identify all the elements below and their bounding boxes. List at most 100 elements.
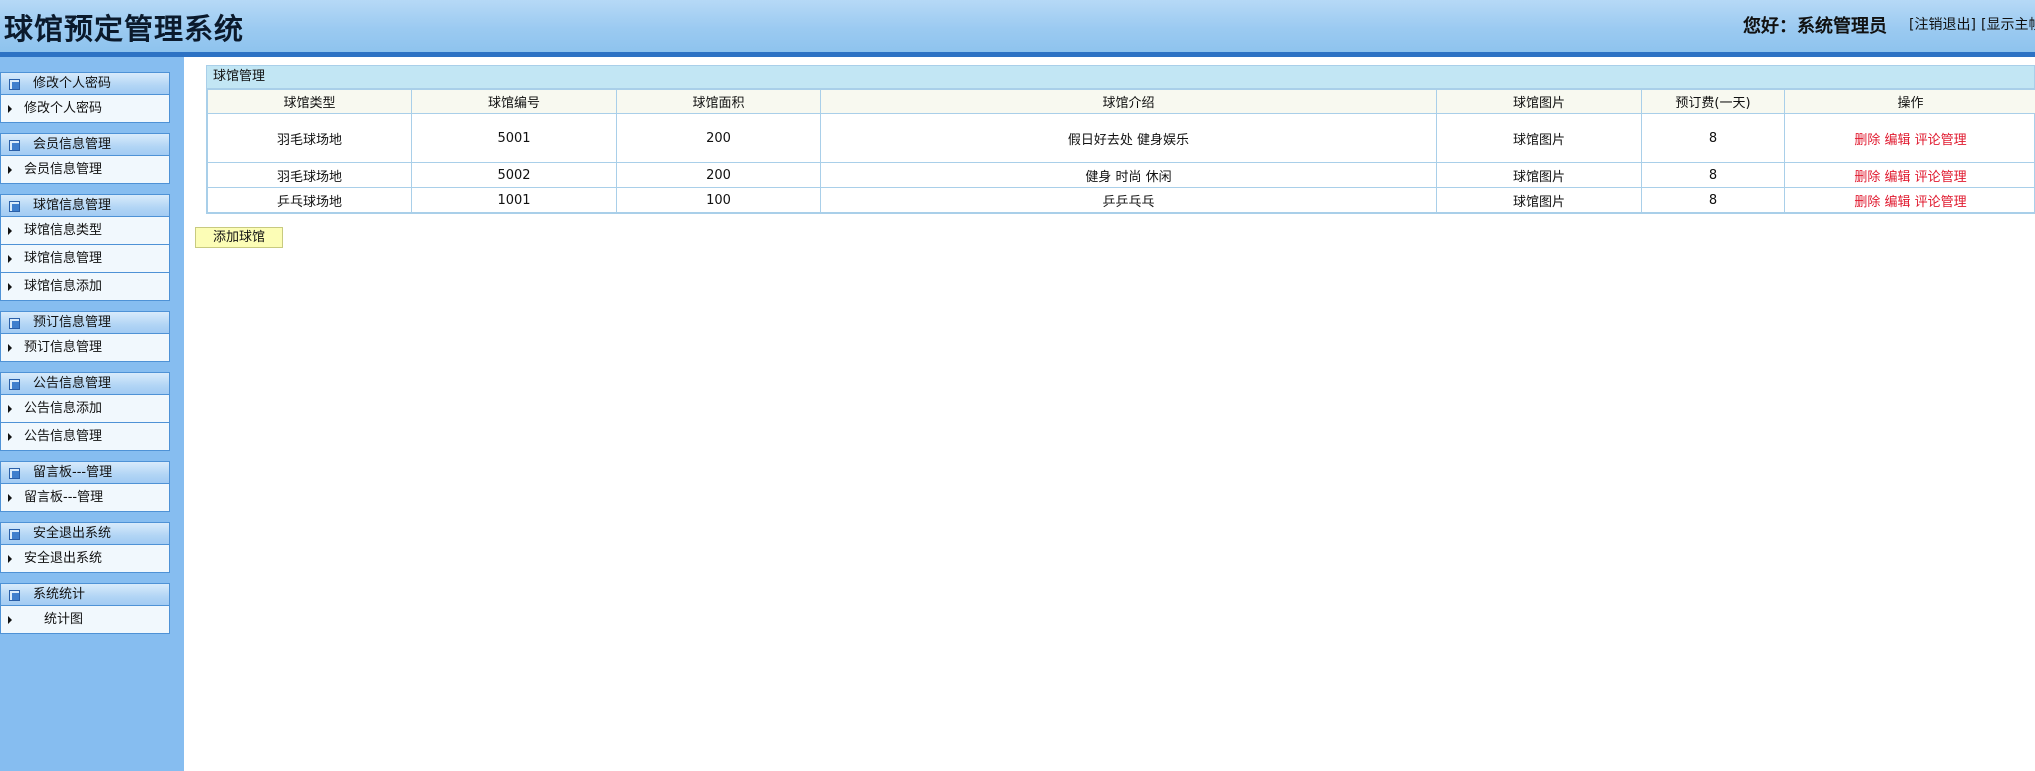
triangle-right-icon bbox=[8, 494, 12, 502]
sidebar-item-member-management[interactable]: 会员信息管理 bbox=[0, 156, 170, 184]
comment-management-link[interactable]: 评论管理 bbox=[1915, 133, 1967, 148]
nav-group-title: 留言板---管理 bbox=[33, 465, 113, 480]
nav-group-header[interactable]: 会员信息管理 bbox=[0, 133, 170, 156]
sidebar-item-booking-management[interactable]: 预订信息管理 bbox=[0, 334, 170, 362]
nav-group-header[interactable]: 球馆信息管理 bbox=[0, 194, 170, 217]
sidebar-item-label: 统计图 bbox=[44, 612, 84, 627]
sidebar-item-change-password[interactable]: 修改个人密码 bbox=[0, 95, 170, 123]
cell-actions: 删除 编辑 评论管理 bbox=[1784, 113, 2035, 163]
venue-management-panel: 球馆管理 球馆类型 球馆编号 球馆面积 球馆介绍 球馆图片 预订费(一天) 操作… bbox=[206, 65, 2035, 214]
nav-group-header[interactable]: 留言板---管理 bbox=[0, 461, 170, 484]
triangle-right-icon bbox=[8, 616, 12, 624]
sidebar-item-announcement-add[interactable]: 公告信息添加 bbox=[0, 395, 170, 423]
sidebar-item-label: 球馆信息类型 bbox=[24, 223, 103, 238]
sidebar-item-label: 会员信息管理 bbox=[24, 162, 103, 177]
sidebar-item-message-board[interactable]: 留言板---管理 bbox=[0, 484, 170, 512]
sidebar: 修改个人密码 修改个人密码 会员信息管理 会员信息管理 球馆信息管理 球馆信息类… bbox=[0, 57, 184, 771]
nav-group-title: 公告信息管理 bbox=[33, 376, 112, 391]
add-venue-button[interactable]: 添加球馆 bbox=[195, 227, 283, 248]
square-bullet-icon bbox=[9, 529, 20, 540]
nav-group-header[interactable]: 修改个人密码 bbox=[0, 72, 170, 95]
nav-group-header[interactable]: 安全退出系统 bbox=[0, 522, 170, 545]
table-row: 羽毛球场地 5002 200 健身 时尚 休闲 球馆图片 8 删除 编辑 评论管… bbox=[207, 162, 2035, 188]
cell-venue-image: 球馆图片 bbox=[1436, 187, 1642, 213]
cell-venue-type: 羽毛球场地 bbox=[207, 113, 412, 163]
sidebar-item-safe-logout[interactable]: 安全退出系统 bbox=[0, 545, 170, 573]
cell-venue-id: 5001 bbox=[411, 113, 617, 163]
triangle-right-icon bbox=[8, 433, 12, 441]
venue-table: 球馆类型 球馆编号 球馆面积 球馆介绍 球馆图片 预订费(一天) 操作 羽毛球场… bbox=[207, 89, 2035, 213]
cell-venue-fee: 8 bbox=[1641, 113, 1785, 163]
column-header: 球馆类型 bbox=[207, 89, 412, 114]
nav-group-message-board: 留言板---管理 留言板---管理 bbox=[0, 461, 170, 512]
cell-venue-fee: 8 bbox=[1641, 187, 1785, 213]
user-greeting: 您好：系统管理员 bbox=[1743, 16, 1887, 37]
sidebar-item-statistics-chart[interactable]: 统计图 bbox=[0, 606, 170, 634]
cell-venue-area: 100 bbox=[616, 187, 821, 213]
nav-group-title: 球馆信息管理 bbox=[33, 198, 112, 213]
sidebar-item-venue-types[interactable]: 球馆信息类型 bbox=[0, 217, 170, 245]
triangle-right-icon bbox=[8, 405, 12, 413]
panel-title: 球馆管理 bbox=[207, 66, 2034, 89]
cell-actions: 删除 编辑 评论管理 bbox=[1784, 162, 2035, 188]
sidebar-item-label: 球馆信息管理 bbox=[24, 251, 103, 266]
nav-group-title: 安全退出系统 bbox=[33, 526, 112, 541]
triangle-right-icon bbox=[8, 344, 12, 352]
nav-group-title: 系统统计 bbox=[33, 587, 86, 602]
column-header: 操作 bbox=[1784, 89, 2035, 114]
triangle-right-icon bbox=[8, 555, 12, 563]
column-header: 球馆介绍 bbox=[820, 89, 1437, 114]
triangle-right-icon bbox=[8, 227, 12, 235]
column-header: 球馆图片 bbox=[1436, 89, 1642, 114]
column-header: 球馆面积 bbox=[616, 89, 821, 114]
cell-venue-id: 5002 bbox=[411, 162, 617, 188]
nav-group-statistics: 系统统计 统计图 bbox=[0, 583, 170, 634]
cell-venue-intro: 健身 时尚 休闲 bbox=[820, 162, 1437, 188]
nav-group-venues: 球馆信息管理 球馆信息类型 球馆信息管理 球馆信息添加 bbox=[0, 194, 170, 301]
nav-group-header[interactable]: 公告信息管理 bbox=[0, 372, 170, 395]
nav-group-announcements: 公告信息管理 公告信息添加 公告信息管理 bbox=[0, 372, 170, 451]
delete-link[interactable]: 删除 bbox=[1854, 133, 1880, 148]
square-bullet-icon bbox=[9, 379, 20, 390]
sidebar-item-venue-add[interactable]: 球馆信息添加 bbox=[0, 273, 170, 301]
cell-venue-image: 球馆图片 bbox=[1436, 162, 1642, 188]
delete-link[interactable]: 删除 bbox=[1854, 195, 1880, 210]
table-header-row: 球馆类型 球馆编号 球馆面积 球馆介绍 球馆图片 预订费(一天) 操作 bbox=[207, 89, 2035, 114]
sidebar-item-label: 留言板---管理 bbox=[24, 490, 104, 505]
sidebar-item-label: 修改个人密码 bbox=[24, 101, 103, 116]
sidebar-item-announcement-management[interactable]: 公告信息管理 bbox=[0, 423, 170, 451]
delete-link[interactable]: 删除 bbox=[1854, 170, 1880, 185]
show-main-frame-link[interactable]: [显示主帧 bbox=[1981, 14, 2035, 34]
cell-venue-area: 200 bbox=[616, 162, 821, 188]
sidebar-item-label: 公告信息添加 bbox=[24, 401, 103, 416]
cell-venue-intro: 假日好去处 健身娱乐 bbox=[820, 113, 1437, 163]
edit-link[interactable]: 编辑 bbox=[1884, 195, 1910, 210]
cell-venue-fee: 8 bbox=[1641, 162, 1785, 188]
square-bullet-icon bbox=[9, 140, 20, 151]
nav-group-header[interactable]: 预订信息管理 bbox=[0, 311, 170, 334]
nav-group-members: 会员信息管理 会员信息管理 bbox=[0, 133, 170, 184]
nav-group-header[interactable]: 系统统计 bbox=[0, 583, 170, 606]
nav-group-title: 修改个人密码 bbox=[33, 76, 112, 91]
column-header: 预订费(一天) bbox=[1641, 89, 1785, 114]
square-bullet-icon bbox=[9, 201, 20, 212]
nav-group-title: 会员信息管理 bbox=[33, 137, 112, 152]
table-row: 羽毛球场地 5001 200 假日好去处 健身娱乐 球馆图片 8 删除 编辑 评… bbox=[207, 113, 2035, 163]
edit-link[interactable]: 编辑 bbox=[1884, 133, 1910, 148]
comment-management-link[interactable]: 评论管理 bbox=[1915, 170, 1967, 185]
sidebar-item-venue-management[interactable]: 球馆信息管理 bbox=[0, 245, 170, 273]
square-bullet-icon bbox=[9, 590, 20, 601]
app-title: 球馆预定管理系统 bbox=[4, 12, 245, 46]
nav-group-logout: 安全退出系统 安全退出系统 bbox=[0, 522, 170, 573]
triangle-right-icon bbox=[8, 166, 12, 174]
cell-venue-intro: 乒乒乓乓 bbox=[820, 187, 1437, 213]
edit-link[interactable]: 编辑 bbox=[1884, 170, 1910, 185]
cell-venue-area: 200 bbox=[616, 113, 821, 163]
nav-group-title: 预订信息管理 bbox=[33, 315, 112, 330]
sidebar-item-label: 预订信息管理 bbox=[24, 340, 103, 355]
nav-group-password: 修改个人密码 修改个人密码 bbox=[0, 72, 170, 123]
top-header: 球馆预定管理系统 您好：系统管理员 [注销退出] [显示主帧 bbox=[0, 0, 2035, 57]
comment-management-link[interactable]: 评论管理 bbox=[1915, 195, 1967, 210]
logout-link[interactable]: [注销退出] bbox=[1909, 14, 1976, 34]
sidebar-item-label: 安全退出系统 bbox=[24, 551, 103, 566]
